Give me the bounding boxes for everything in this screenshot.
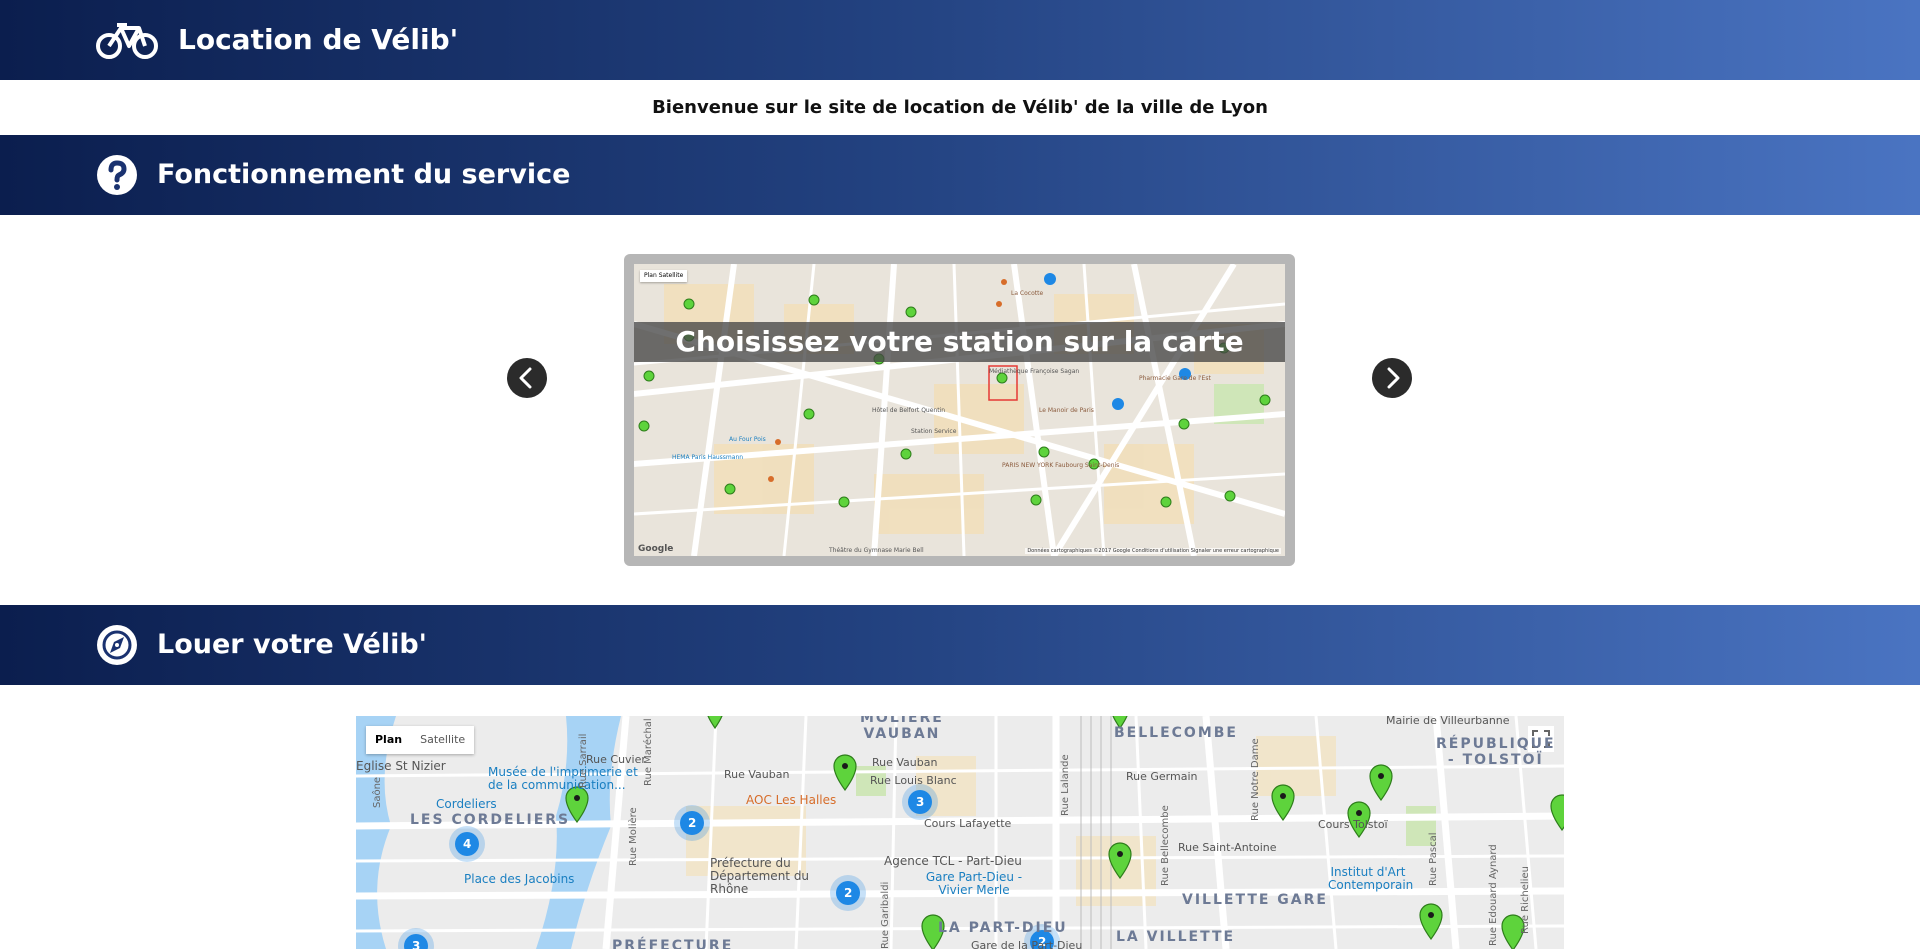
- map-label-poi: AOC Les Halles: [746, 793, 837, 807]
- map-label-river: Saône: [372, 776, 383, 808]
- map-label-district: LA PART-DIEU: [938, 920, 1068, 936]
- map-label-street: Rue Vauban: [724, 768, 790, 781]
- slider-frame: Plan Satellite Google Données cartograph…: [624, 254, 1295, 566]
- maptype-plan-button[interactable]: Plan: [366, 726, 411, 754]
- cluster-count[interactable]: 4: [463, 837, 471, 851]
- cluster-count[interactable]: 3: [916, 795, 924, 809]
- map-label-district: LES CORDELIERS: [410, 812, 571, 828]
- cluster-count[interactable]: 3: [412, 939, 420, 949]
- mini-label: Théâtre du Gymnase Marie Bell: [829, 547, 924, 554]
- mini-label: Au Four Pois: [729, 436, 766, 443]
- mini-label: Hôtel de Belfort Quentin: [872, 407, 946, 414]
- mini-google-logo: Google: [638, 544, 674, 554]
- map-label-poi: Institut d'Art Contemporain: [1328, 865, 1414, 892]
- question-circle-icon: [97, 155, 137, 195]
- mini-maptype-control[interactable]: Plan Satellite: [640, 270, 688, 282]
- map-label-district: LA VILLETTE: [1116, 929, 1236, 945]
- service-slider-area: Plan Satellite Google Données cartograph…: [0, 215, 1920, 605]
- map-label-district: VILLETTE GARE: [1182, 892, 1328, 908]
- map-label-poi: Musée de l'imprimerie et de la communica…: [488, 765, 638, 792]
- map-label-poi: Eglise St Nizier: [356, 759, 446, 773]
- mini-label: PARIS NEW YORK Faubourg Saint-Denis: [1002, 462, 1120, 469]
- cluster-count[interactable]: 2: [688, 816, 696, 830]
- map-label-street: Rue Maréchal de Saxe: [643, 716, 654, 786]
- map-label-poi: Préfecture du Département du Rhône: [710, 856, 810, 896]
- map-label-poi: Gare de la Part-Dieu: [971, 939, 1083, 949]
- slide-caption: Choisissez votre station sur la carte: [634, 322, 1285, 362]
- map-label-street: Rue Vauban: [872, 756, 938, 769]
- chevron-left-icon: [519, 367, 532, 389]
- mini-label: Médiathèque Françoise Sagan: [989, 368, 1080, 375]
- mini-maptype-satellite[interactable]: Satellite: [659, 272, 684, 279]
- rent-map-graphic: [356, 716, 1564, 949]
- map-label-district: RÉPUBLIQUE - TOLSTOÏ: [1436, 736, 1556, 768]
- map-label-district: BELLECOMBE: [1114, 725, 1238, 741]
- maptype-satellite-button[interactable]: Satellite: [411, 726, 474, 754]
- map-label-street: Rue Lalande: [1060, 754, 1071, 816]
- mini-label: Le Manoir de Paris: [1039, 407, 1094, 414]
- map-label-poi: Place des Jacobins: [464, 872, 575, 886]
- bicycle-icon: [96, 23, 158, 59]
- map-label-street: Mairie de Villeurbanne: [1386, 716, 1510, 727]
- slide-map-graphic: [634, 264, 1285, 556]
- site-header: Location de Vélib': [0, 0, 1920, 80]
- map-label-poi: Cordeliers: [436, 797, 497, 811]
- maptype-control[interactable]: Plan Satellite: [366, 726, 475, 754]
- map-label-district: MOLIÈRE VAUBAN: [860, 716, 944, 742]
- slider-next-button[interactable]: [1372, 358, 1412, 398]
- mini-label: La Cocotte: [1011, 290, 1044, 297]
- slide-map-image: Plan Satellite Google Données cartograph…: [634, 264, 1285, 556]
- rent-section-header: Louer votre Vélib': [0, 605, 1920, 685]
- map-label-street: Rue Notre Dame: [1250, 738, 1261, 821]
- map-label-street: Cours Lafayette: [924, 817, 1012, 830]
- service-section-title: Fonctionnement du service: [157, 159, 571, 190]
- map-label-street: Rue Molière: [628, 807, 639, 866]
- map-label-street: Rue Sarrail: [578, 733, 589, 788]
- map-label-street: Rue Garibaldi: [880, 881, 891, 949]
- mini-label: Pharmacie Gare de l'Est: [1139, 375, 1211, 382]
- map-label-street: Rue Louis Blanc: [870, 774, 957, 787]
- map-label-street: Rue Cuvier: [586, 753, 646, 766]
- map-label-street: Cours Tolstoï: [1318, 818, 1388, 831]
- map-label-street: Rue Edouard Aynard: [1488, 844, 1499, 946]
- map-label-street: Rue Germain: [1126, 770, 1198, 783]
- slider-prev-button[interactable]: [507, 358, 547, 398]
- mini-maptype-plan[interactable]: Plan: [644, 272, 657, 279]
- compass-icon: [97, 625, 137, 665]
- map-label-district: PRÉFECTURE: [612, 938, 734, 949]
- map-label-poi: Agence TCL - Part-Dieu: [884, 854, 1022, 868]
- mini-label: HEMA Paris Haussmann: [672, 454, 744, 461]
- map-label-street: Rue Bellecombe: [1160, 805, 1171, 886]
- map-label-street: Rue Saint-Antoine: [1178, 841, 1277, 854]
- site-title: Location de Vélib': [178, 23, 459, 56]
- service-section-header: Fonctionnement du service: [0, 135, 1920, 215]
- chevron-right-icon: [1387, 367, 1400, 389]
- rent-section-title: Louer votre Vélib': [157, 629, 427, 660]
- map-label-street: Rue Richelieu: [1520, 866, 1531, 934]
- map-label-street: Rue Pascal: [1428, 832, 1439, 887]
- welcome-text: Bienvenue sur le site de location de Vél…: [652, 97, 1268, 118]
- map-label-poi: Gare Part-Dieu - Vivier Merle: [925, 870, 1023, 897]
- mini-attribution: Données cartographiques ©2017 Google Con…: [1025, 548, 1281, 554]
- mini-label: Station Service: [911, 428, 957, 435]
- rent-map[interactable]: Plan Satellite 4 2 3 2 2 3 MOLIÈRE VAUBA…: [356, 716, 1564, 949]
